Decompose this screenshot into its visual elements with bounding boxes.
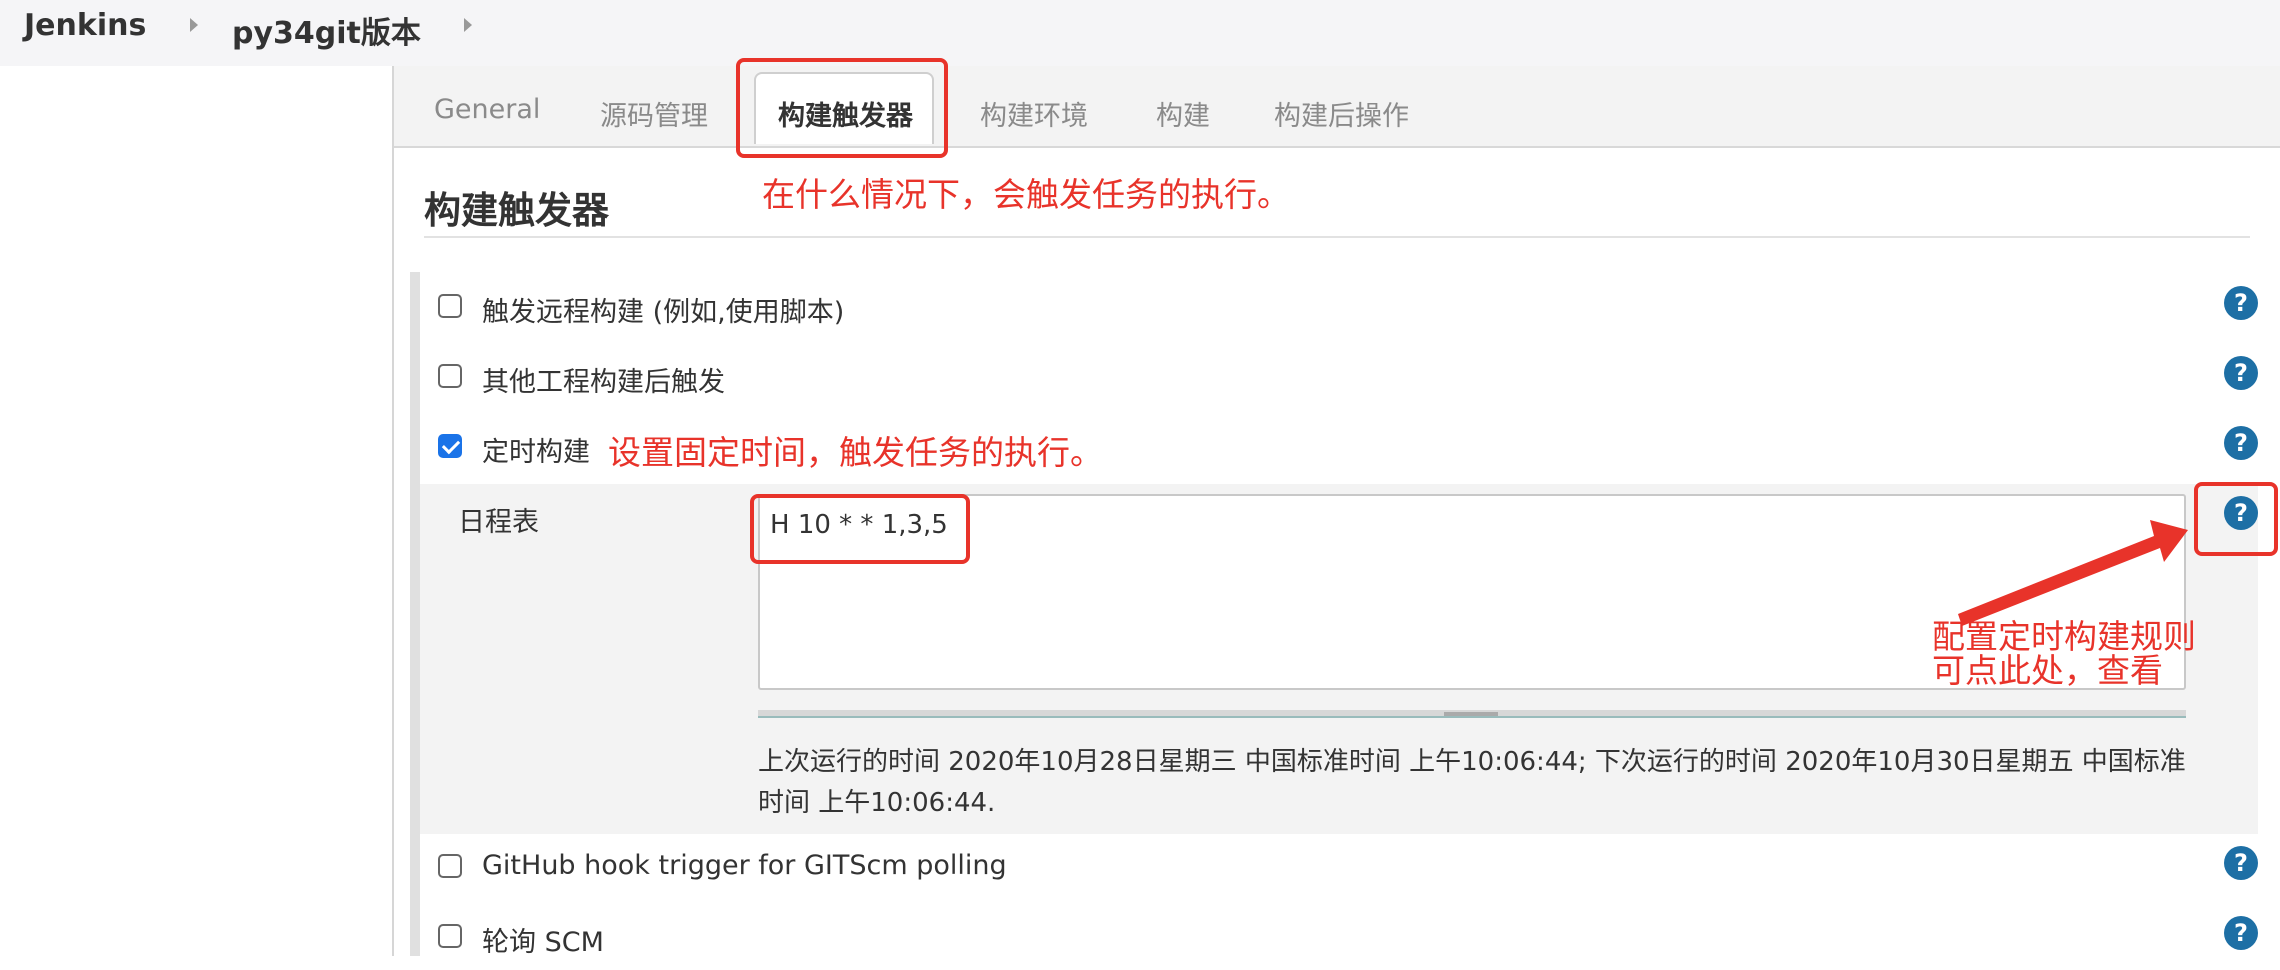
resize-grip-icon[interactable] xyxy=(1444,712,1498,716)
annotation-box-tab xyxy=(736,58,948,158)
section-divider xyxy=(424,236,2250,238)
breadcrumb-separator-icon xyxy=(190,18,198,32)
trigger-github-row: GitHub hook trigger for GITScm polling xyxy=(420,840,2280,900)
trigger-remote-row: 触发远程构建 (例如,使用脚本) xyxy=(420,280,2280,340)
annotation-tab-note: 在什么情况下，会触发任务的执行。 xyxy=(762,175,1290,214)
trigger-remote-checkbox[interactable] xyxy=(438,294,462,318)
annotation-help-note-line1: 配置定时构建规则 xyxy=(1932,617,2196,656)
section-title: 构建触发器 xyxy=(424,189,609,232)
breadcrumb: Jenkins py34git版本 xyxy=(0,0,2280,66)
trigger-github-checkbox[interactable] xyxy=(438,854,462,878)
trigger-after-other-row: 其他工程构建后触发 xyxy=(420,350,2280,410)
help-icon[interactable]: ? xyxy=(2224,846,2258,880)
tab-build[interactable]: 构建 xyxy=(1156,94,1210,133)
help-icon[interactable]: ? xyxy=(2224,916,2258,950)
tab-source-control[interactable]: 源码管理 xyxy=(600,94,708,133)
trigger-after-other-checkbox[interactable] xyxy=(438,364,462,388)
section-indent-bar xyxy=(410,272,420,956)
trigger-poll-scm-checkbox[interactable] xyxy=(438,924,462,948)
help-icon[interactable]: ? xyxy=(2224,286,2258,320)
tab-build-env[interactable]: 构建环境 xyxy=(980,94,1088,133)
trigger-after-other-label: 其他工程构建后触发 xyxy=(482,367,725,398)
trigger-github-label: GitHub hook trigger for GITScm polling xyxy=(482,850,1007,881)
help-icon[interactable]: ? xyxy=(2224,426,2258,460)
annotation-box-help xyxy=(2194,482,2278,556)
trigger-poll-scm-row: 轮询 SCM xyxy=(420,910,2280,970)
schedule-label: 日程表 xyxy=(458,507,539,538)
annotation-box-schedule xyxy=(750,494,970,564)
annotation-timer-note: 设置固定时间，触发任务的执行。 xyxy=(608,433,1103,472)
trigger-timer-label: 定时构建 xyxy=(482,437,590,468)
help-icon[interactable]: ? xyxy=(2224,356,2258,390)
breadcrumb-job[interactable]: py34git版本 xyxy=(232,8,421,52)
tab-general[interactable]: General xyxy=(434,94,540,125)
breadcrumb-jenkins[interactable]: Jenkins xyxy=(24,8,146,43)
tab-post-build[interactable]: 构建后操作 xyxy=(1274,94,1409,133)
breadcrumb-separator-icon xyxy=(464,18,472,32)
trigger-timer-checkbox[interactable] xyxy=(438,434,462,458)
sidebar-divider xyxy=(392,66,394,956)
trigger-poll-scm-label: 轮询 SCM xyxy=(482,927,604,958)
annotation-help-note: 配置定时构建规则 可点此处，查看 xyxy=(1932,620,2196,688)
annotation-help-note-line2: 可点此处，查看 xyxy=(1932,651,2163,690)
sidebar xyxy=(0,66,392,956)
trigger-remote-label: 触发远程构建 (例如,使用脚本) xyxy=(482,297,845,328)
schedule-run-info: 上次运行的时间 2020年10月28日星期三 中国标准时间 上午10:06:44… xyxy=(758,747,2186,818)
